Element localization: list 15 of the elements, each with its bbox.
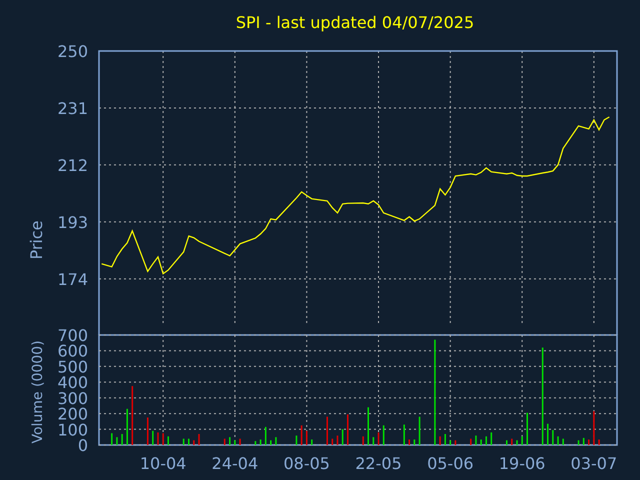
x-tick-label: 22-05: [355, 454, 402, 473]
y-tick-label: 174: [57, 270, 88, 289]
x-tick-label: 10-04: [140, 454, 186, 473]
chart-title: SPI - last updated 04/07/2025: [236, 13, 474, 32]
x-tick-label: 05-06: [427, 454, 474, 473]
x-tick-label: 08-05: [283, 454, 330, 473]
y-axis-title: Price: [27, 220, 46, 260]
x-tick-label: 03-07: [570, 454, 618, 473]
y-tick-label: 193: [57, 212, 88, 232]
y-tick-label: 250: [57, 45, 88, 61]
x-tick-label: 19-06: [498, 454, 546, 473]
x-tick-label: 24-04: [212, 454, 258, 473]
y-tick-label: 212: [57, 156, 88, 175]
y-tick-label: 231: [57, 98, 88, 118]
y-axis-title: Volume (0000): [30, 340, 46, 444]
